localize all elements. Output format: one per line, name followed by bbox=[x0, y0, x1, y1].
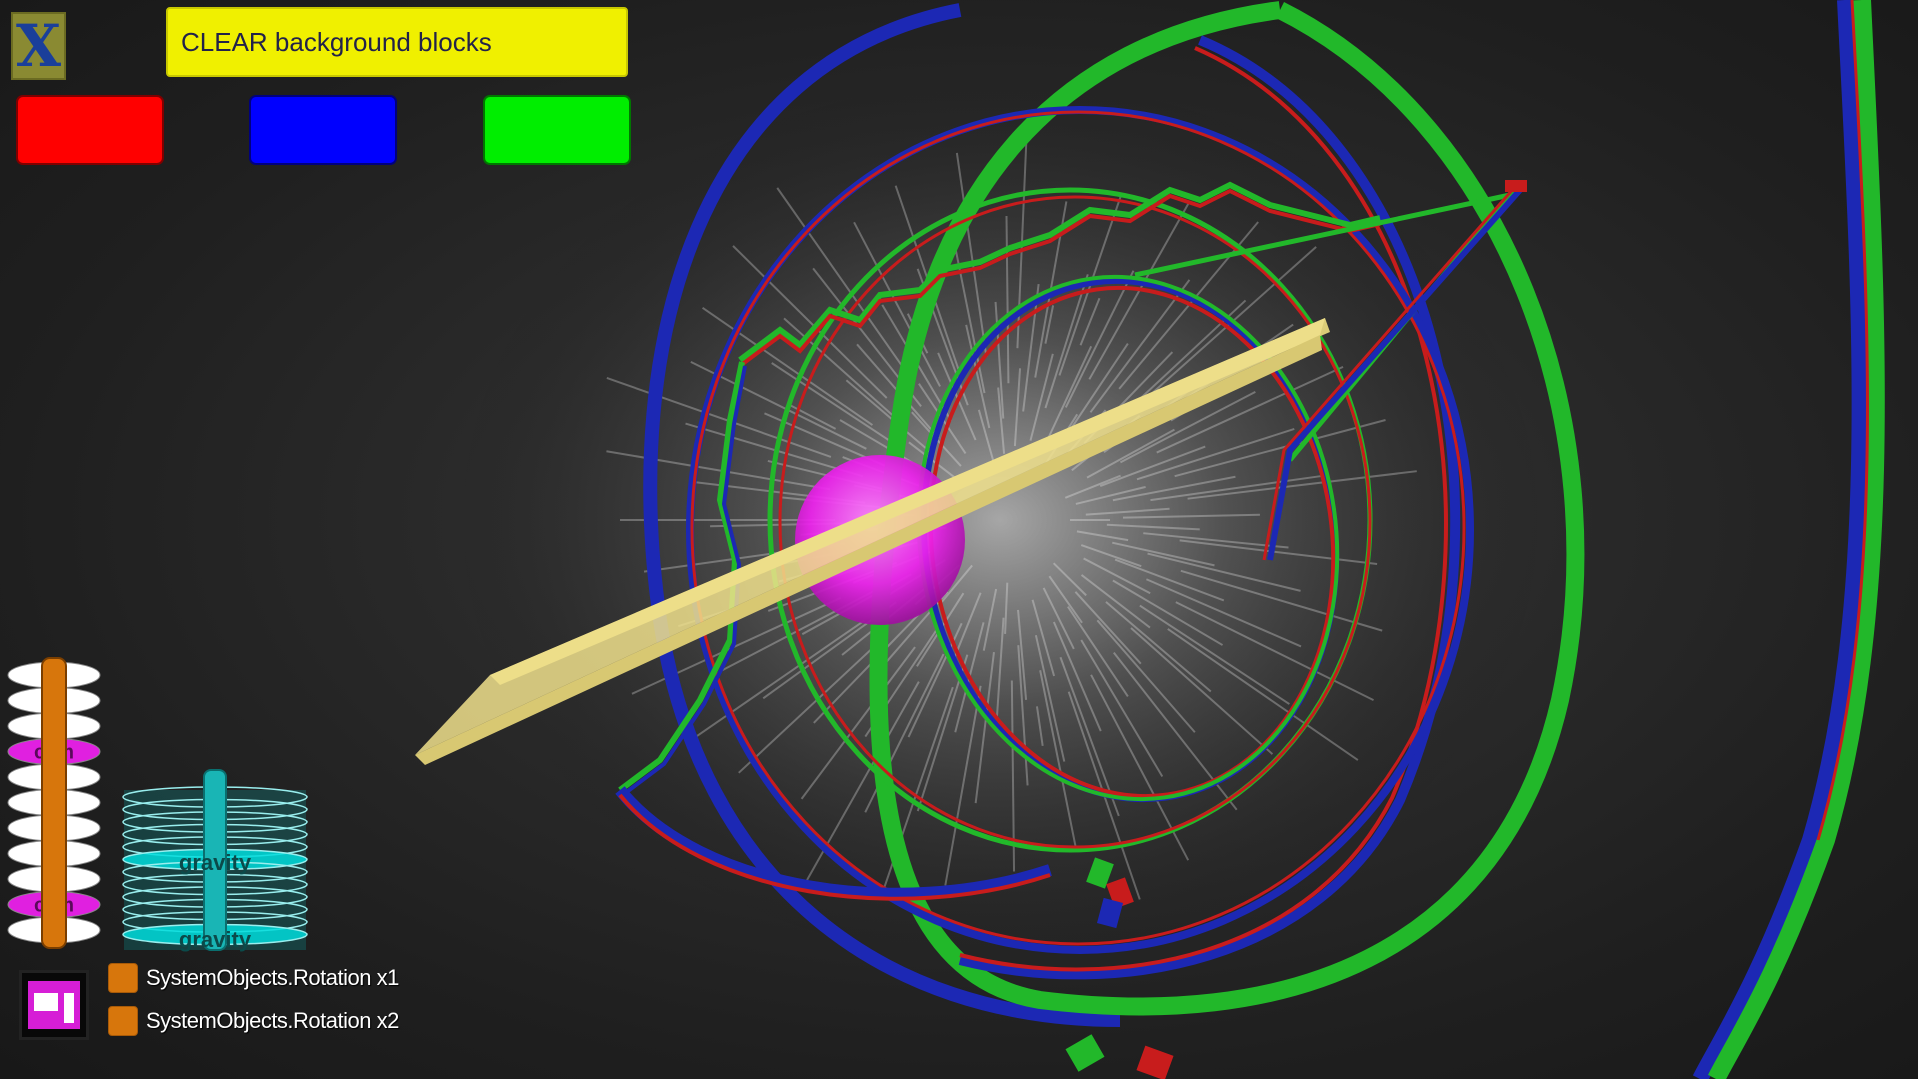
camera-slider[interactable]: ccccamccccccamc bbox=[0, 655, 110, 955]
view-toggle-button[interactable] bbox=[19, 970, 89, 1040]
legend-item-rotation-x2: SystemObjects.Rotation x2 bbox=[108, 1005, 399, 1037]
legend-item-rotation-x1: SystemObjects.Rotation x1 bbox=[108, 962, 399, 994]
red-color-button[interactable] bbox=[16, 95, 164, 165]
green-color-button[interactable] bbox=[483, 95, 631, 165]
blue-color-button[interactable] bbox=[249, 95, 397, 165]
gravity-label-bottom: gravity bbox=[179, 927, 252, 952]
legend-swatch bbox=[108, 963, 138, 993]
window-icon bbox=[28, 981, 80, 1029]
legend-swatch bbox=[108, 1006, 138, 1036]
legend-label: SystemObjects.Rotation x2 bbox=[146, 1008, 399, 1033]
legend-label: SystemObjects.Rotation x1 bbox=[146, 965, 399, 990]
close-label: X bbox=[15, 12, 61, 80]
gravity-slider[interactable]: gravity gravity bbox=[118, 765, 318, 965]
clear-background-blocks-button[interactable]: CLEAR background blocks bbox=[166, 7, 628, 77]
gravity-label-top: gravity bbox=[179, 850, 252, 875]
camera-slider-handle[interactable] bbox=[41, 657, 67, 949]
ribbon-right bbox=[1692, 0, 1885, 1079]
close-button[interactable]: X bbox=[11, 12, 66, 80]
clear-button-label: CLEAR background blocks bbox=[181, 26, 492, 57]
